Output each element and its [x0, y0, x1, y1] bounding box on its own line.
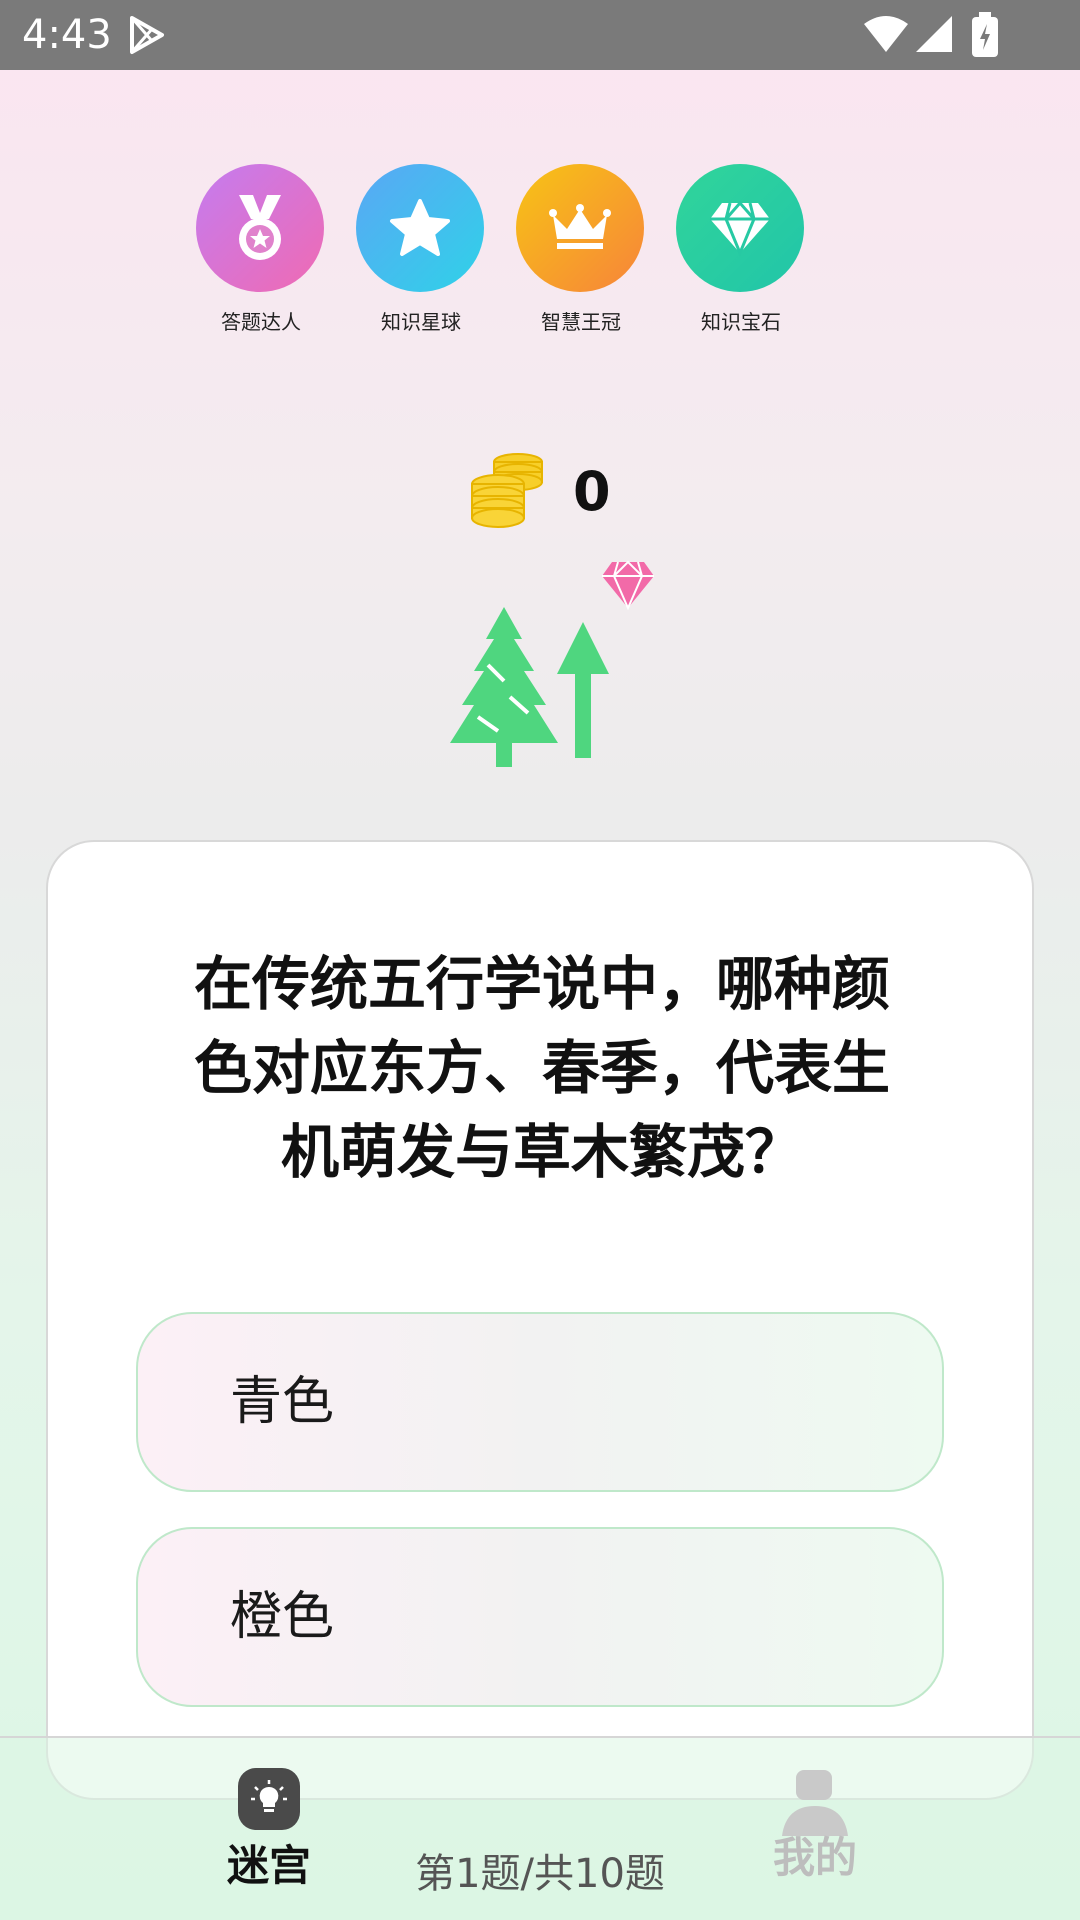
coin-stack-icon: [471, 453, 543, 528]
tab-label: 我的: [772, 1833, 857, 1882]
question-text: 在传统五行学说中，哪种颜色对应东方、春季，代表生机萌发与草木繁茂？: [193, 950, 890, 1186]
pink-gem-icon: [602, 560, 654, 610]
star-icon: [356, 164, 484, 292]
cell-signal-icon: [916, 16, 952, 52]
lightbulb-icon: [238, 1768, 300, 1830]
option-label: 青色: [230, 1372, 335, 1432]
answer-option-1[interactable]: 青色: [136, 1312, 944, 1492]
tab-maze[interactable]: 迷宫: [214, 1768, 334, 1908]
play-store-icon: [130, 16, 164, 54]
badge-wisdom-crown[interactable]: 智慧王冠: [516, 164, 646, 344]
status-time: 4:43: [22, 12, 112, 58]
pine-tree-icon: [450, 607, 558, 767]
answer-option-2[interactable]: 橙色: [136, 1527, 944, 1707]
badge-label: 智慧王冠: [541, 310, 621, 334]
badge-label: 知识宝石: [701, 310, 781, 334]
question-card: 在传统五行学说中，哪种颜色对应东方、春季，代表生机萌发与草木繁茂？ 青色 橙色: [46, 840, 1034, 1800]
question-progress: 第1题/共10题: [415, 1851, 665, 1897]
up-arrow-icon: [557, 622, 609, 758]
coin-count: 0: [573, 460, 611, 523]
medal-icon: [196, 164, 324, 292]
wifi-icon: [864, 16, 908, 52]
tab-mine[interactable]: 我的: [760, 1768, 900, 1908]
achievement-badges: 答题达人 知识星球 智慧王冠 知识宝石: [196, 164, 836, 344]
crown-icon: [516, 164, 644, 292]
option-label: 橙色: [230, 1587, 335, 1647]
badge-label: 知识星球: [381, 310, 461, 334]
battery-icon: [972, 12, 998, 57]
badge-knowledge-gem[interactable]: 知识宝石: [676, 164, 806, 344]
badge-label: 答题达人: [221, 310, 301, 334]
coin-balance: 0: [470, 450, 650, 530]
badge-answer-master[interactable]: 答题达人: [196, 164, 326, 344]
badge-knowledge-planet[interactable]: 知识星球: [356, 164, 486, 344]
user-icon: [782, 1770, 848, 1836]
status-bar: 4:43: [0, 0, 1080, 70]
tab-label: 迷宫: [226, 1841, 311, 1890]
diamond-icon: [676, 164, 804, 292]
